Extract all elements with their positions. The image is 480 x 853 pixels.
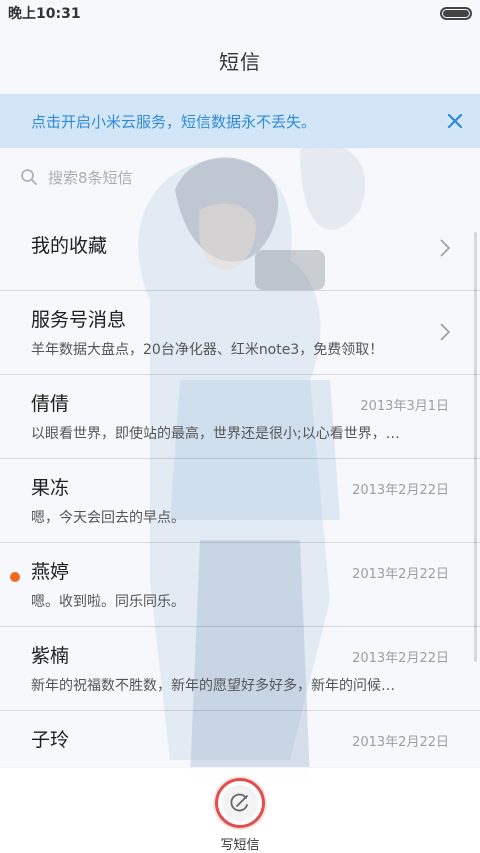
compose-button[interactable] — [215, 778, 265, 828]
app-header: 短信 — [0, 26, 480, 94]
compose-label: 写短信 — [220, 838, 260, 853]
chevron-right-icon — [438, 237, 452, 259]
conversation-preview: 羊年数据大盘点，20台净化器、红米note3，免费领取！ — [31, 342, 384, 358]
cloud-service-banner[interactable]: 点击开启小米云服务，短信数据永不丢失。 — [0, 94, 480, 148]
conversation-date: 2013年2月22日 — [352, 651, 449, 666]
conversation-service-messages[interactable]: 服务号消息 羊年数据大盘点，20台净化器、红米note3，免费领取！ — [0, 291, 480, 375]
battery-icon — [440, 6, 472, 20]
search-icon — [20, 168, 38, 186]
list-item[interactable]: 紫楠 2013年2月22日 新年的祝福数不胜数，新年的愿望好多好多，新年的问候… — [0, 627, 480, 711]
conversation-date: 2013年2月22日 — [352, 567, 449, 582]
status-time: 晚上10:31 — [8, 6, 81, 22]
battery-level — [443, 9, 469, 17]
conversation-favorites[interactable]: 我的收藏 — [0, 207, 480, 291]
conversation-date: 2013年3月1日 — [360, 399, 449, 414]
compose-icon — [222, 785, 258, 821]
conversation-preview: 新年的祝福数不胜数，新年的愿望好多好多，新年的问候… — [31, 678, 395, 694]
conversation-preview: 以眼看世界，即使站的最高，世界还是很小;以心看世界，… — [31, 426, 400, 442]
list-item[interactable]: 果冻 2013年2月22日 嗯，今天会回去的早点。 — [0, 459, 480, 543]
chevron-right-icon — [438, 321, 452, 343]
conversation-name: 紫楠 — [31, 645, 70, 667]
bottom-action-bar: 写短信 — [0, 767, 480, 853]
list-item[interactable]: 倩倩 2013年3月1日 以眼看世界，即使站的最高，世界还是很小;以心看世界，… — [0, 375, 480, 459]
conversation-name: 子玲 — [31, 729, 70, 751]
conversation-preview: 嗯。收到啦。同乐同乐。 — [31, 594, 185, 610]
search-bar[interactable]: 搜索8条短信 — [20, 158, 460, 196]
close-icon[interactable] — [430, 94, 480, 148]
banner-text[interactable]: 点击开启小米云服务，短信数据永不丢失。 — [31, 111, 430, 132]
conversation-list: 我的收藏 服务号消息 羊年数据大盘点，20台净化器、红米note3，免费领取！ … — [0, 207, 480, 795]
unread-dot-icon — [10, 572, 20, 582]
status-bar: 晚上10:31 — [0, 0, 480, 26]
list-item[interactable]: 燕婷 2013年2月22日 嗯。收到啦。同乐同乐。 — [0, 543, 480, 627]
conversation-name: 果冻 — [31, 477, 70, 499]
conversation-preview: 嗯，今天会回去的早点。 — [31, 510, 185, 526]
conversation-name: 我的收藏 — [31, 235, 108, 257]
search-input[interactable]: 搜索8条短信 — [48, 167, 133, 188]
conversation-name: 倩倩 — [31, 393, 70, 415]
conversation-date: 2013年2月22日 — [352, 483, 449, 498]
conversation-name: 燕婷 — [31, 561, 70, 583]
conversation-date: 2013年2月22日 — [352, 735, 449, 750]
page-title: 短信 — [219, 49, 261, 74]
conversation-name: 服务号消息 — [31, 309, 127, 331]
scrollbar[interactable] — [474, 232, 477, 662]
